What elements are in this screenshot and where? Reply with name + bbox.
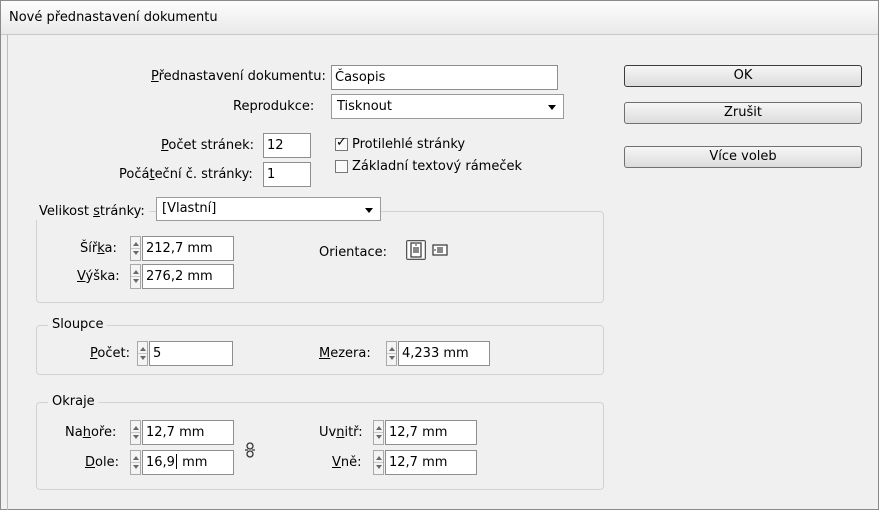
checkmark-icon: ✓ [336, 135, 347, 150]
chevron-down-icon [548, 105, 556, 110]
margin-top-input[interactable]: 12,7 mm [142, 420, 234, 445]
margin-bottom-label: Dole: [85, 455, 119, 470]
margin-outside-stepper[interactable] [373, 450, 384, 475]
window-frame-edge [7, 35, 8, 510]
width-stepper[interactable] [130, 236, 141, 261]
intent-dropdown[interactable]: Tisknout [331, 94, 564, 119]
preset-label: Přednastavení dokumentu: [151, 69, 326, 84]
columns-number-label: Počet: [90, 346, 130, 361]
height-input[interactable]: 276,2 mm [142, 264, 234, 289]
window-title: Nové přednastavení dokumentu [9, 10, 218, 25]
height-stepper[interactable] [130, 264, 141, 289]
facing-pages-checkbox[interactable]: ✓ [335, 135, 348, 151]
height-label: Výška: [77, 269, 120, 284]
margin-outside-input[interactable]: 12,7 mm [385, 450, 477, 475]
margin-top-label: Nahoře: [65, 425, 117, 440]
columns-group-label: Sloupce [48, 317, 108, 333]
margin-inside-label: Uvnitř: [319, 425, 363, 440]
start-page-label: Počáteční č. stránky: [119, 167, 253, 182]
title-bar[interactable]: Nové přednastavení dokumentu [1, 1, 878, 35]
landscape-orientation-icon [432, 244, 448, 256]
landscape-orientation-button[interactable] [431, 241, 451, 261]
dialog-window: Nové přednastavení dokumentu Přednastave… [0, 0, 879, 510]
margin-bottom-stepper[interactable] [130, 450, 141, 475]
cancel-button[interactable]: Zrušit [624, 102, 862, 124]
width-input[interactable]: 212,7 mm [142, 236, 234, 261]
width-label: Šířka: [80, 241, 117, 256]
gutter-input[interactable]: 4,233 mm [398, 341, 490, 366]
columns-number-stepper[interactable] [137, 341, 148, 366]
intent-value: Tisknout [337, 99, 392, 114]
preset-name-input[interactable]: Časopis [331, 65, 558, 90]
ok-button[interactable]: OK [624, 65, 862, 87]
margin-bottom-value: 16,9 [146, 455, 175, 470]
portrait-orientation-icon [410, 242, 422, 258]
margin-top-stepper[interactable] [130, 420, 141, 445]
text-cursor [175, 454, 177, 469]
margin-inside-input[interactable]: 12,7 mm [385, 420, 477, 445]
chain-link-button[interactable] [243, 442, 257, 458]
master-text-frame-label: Základní textový rámeček [352, 159, 522, 174]
gutter-stepper[interactable] [386, 341, 397, 366]
page-count-label: Počet stránek: [161, 138, 255, 153]
chevron-down-icon [365, 208, 373, 213]
margin-inside-stepper[interactable] [373, 420, 384, 445]
start-page-input[interactable]: 1 [263, 162, 311, 187]
page-size-dropdown[interactable]: [Vlastní] [156, 197, 381, 221]
portrait-orientation-button[interactable] [406, 240, 426, 260]
margins-group [36, 402, 604, 490]
page-size-value: [Vlastní] [162, 201, 217, 216]
facing-pages-label: Protilehlé stránky [352, 137, 466, 152]
columns-number-input[interactable]: 5 [149, 341, 233, 366]
more-options-button[interactable]: Více voleb [624, 146, 862, 168]
master-text-frame-checkbox[interactable] [335, 160, 348, 173]
margin-bottom-unit: mm [177, 455, 208, 470]
margin-bottom-input[interactable]: 16,9 mm [142, 450, 234, 475]
margin-outside-label: Vně: [332, 455, 362, 470]
margins-group-label: Okraje [48, 394, 99, 410]
page-size-label: Velikost stránky: [35, 204, 149, 220]
orientation-label: Orientace: [319, 245, 388, 260]
chain-link-icon [245, 442, 255, 458]
intent-label: Reprodukce: [233, 99, 315, 114]
gutter-label: Mezera: [319, 346, 371, 361]
page-count-input[interactable]: 12 [263, 133, 311, 158]
